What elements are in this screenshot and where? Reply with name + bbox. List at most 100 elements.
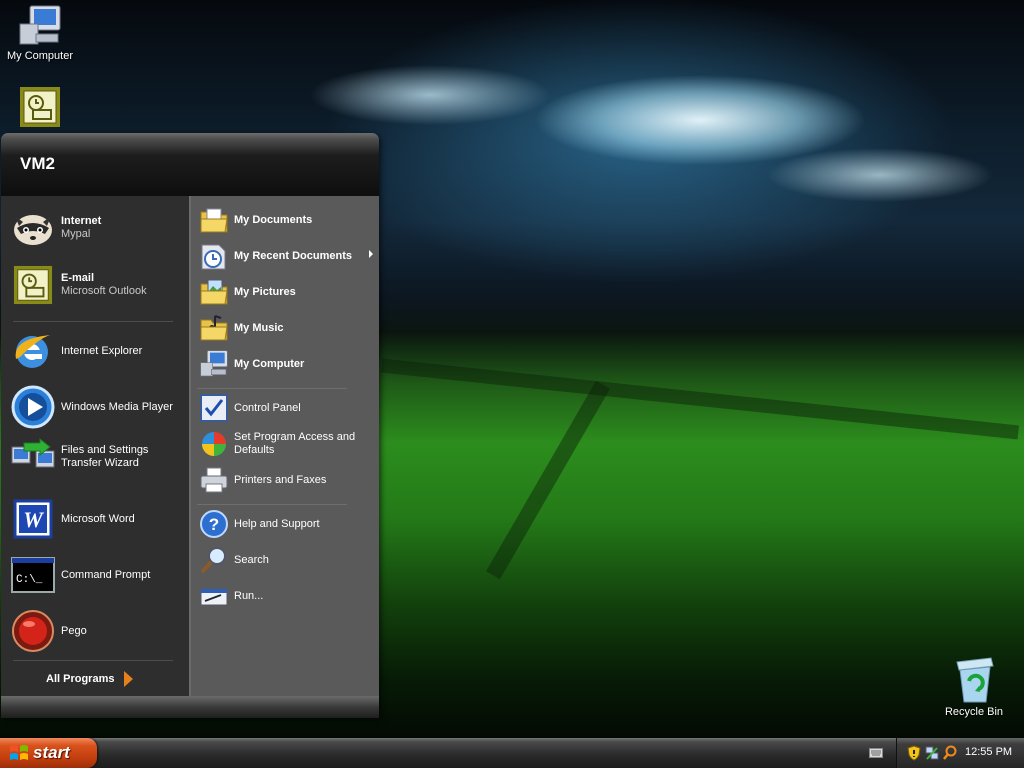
- internet-explorer-icon: [15, 335, 50, 368]
- recent-item-command-prompt[interactable]: C:\_ Command Prompt: [9, 552, 187, 598]
- icon-wrap: [197, 579, 231, 613]
- desktop-icon-label: My Computer: [6, 50, 74, 62]
- user-name: VM2: [20, 154, 55, 173]
- svg-text:W: W: [23, 507, 44, 532]
- icon-wrap: [197, 391, 231, 425]
- all-programs-label: All Programs: [46, 673, 115, 685]
- help-icon: ?: [200, 510, 228, 538]
- settings-label: Printers and Faxes: [234, 473, 327, 486]
- icon-wrap: [197, 311, 231, 345]
- desktop-icon-outlook[interactable]: [0, 86, 80, 130]
- icon-wrap: [197, 463, 231, 497]
- my-music-icon: [200, 315, 228, 341]
- place-label: My Recent Documents: [234, 249, 352, 262]
- icon-wrap: [197, 427, 231, 461]
- recent-line2: Transfer Wizard: [61, 457, 139, 469]
- recent-item-windows-media-player[interactable]: Windows Media Player: [9, 384, 187, 430]
- wallpaper-shadow: [486, 380, 610, 580]
- outlook-icon: [13, 265, 53, 305]
- icon-wrap: [9, 608, 57, 654]
- media-player-icon: [11, 385, 55, 429]
- settings-line2: Defaults: [234, 444, 275, 456]
- tool-search[interactable]: Search: [197, 543, 377, 577]
- place-label: My Documents: [234, 213, 313, 226]
- desktop-icon-recycle-bin[interactable]: Recycle Bin: [934, 656, 1014, 718]
- settings-printers-faxes[interactable]: Printers and Faxes: [197, 463, 377, 497]
- settings-control-panel[interactable]: Control Panel: [197, 391, 377, 425]
- search-tray-icon[interactable]: [943, 745, 957, 761]
- my-computer-icon: [200, 350, 228, 377]
- place-my-pictures[interactable]: My Pictures: [197, 275, 377, 309]
- recent-item-microsoft-word[interactable]: W Microsoft Word: [9, 496, 187, 542]
- recent-line1: Files and Settings: [61, 444, 149, 456]
- place-my-documents[interactable]: My Documents: [197, 203, 377, 237]
- clock[interactable]: 12:55 PM: [965, 746, 1012, 758]
- svg-text:C:\_: C:\_: [16, 574, 43, 586]
- recent-item-pego[interactable]: Pego: [9, 608, 187, 654]
- recycle-bin-icon: [956, 657, 994, 703]
- svg-text:?: ?: [209, 515, 219, 534]
- tool-label: Run...: [234, 589, 264, 602]
- wallpaper-shadow: [381, 358, 1019, 440]
- icon-wrap: [197, 203, 231, 237]
- place-label: My Computer: [234, 357, 305, 370]
- place-my-recent-documents[interactable]: My Recent Documents: [197, 239, 377, 273]
- recent-item-internet-explorer[interactable]: Internet Explorer: [9, 328, 187, 374]
- icon-wrap: [197, 543, 231, 577]
- separator: [13, 321, 173, 322]
- my-documents-icon: [200, 208, 228, 233]
- icon-wrap: [197, 239, 231, 273]
- start-menu-header: VM2: [1, 133, 379, 196]
- system-tray: 12:55 PM: [896, 738, 1024, 768]
- search-icon: [200, 547, 226, 574]
- settings-program-access[interactable]: Set Program Access and Defaults: [197, 427, 377, 461]
- program-access-icon: [202, 432, 226, 456]
- icon-wrap: ?: [197, 507, 231, 541]
- pinned-title: E-mail: [61, 272, 95, 284]
- icon-wrap: [197, 275, 231, 309]
- settings-label-block: Set Program Access and Defaults: [234, 431, 355, 457]
- printer-icon: [200, 467, 228, 493]
- tool-run[interactable]: Run...: [197, 579, 377, 613]
- place-label: My Pictures: [234, 285, 296, 298]
- place-my-computer[interactable]: My Computer: [197, 347, 377, 381]
- control-panel-icon: [200, 394, 228, 422]
- security-shield-icon[interactable]: [907, 745, 921, 761]
- pinned-item-internet[interactable]: Internet Mypal: [9, 205, 187, 251]
- my-computer-icon: [19, 5, 61, 45]
- pinned-item-email[interactable]: E-mail Microsoft Outlook: [9, 262, 187, 308]
- place-my-music[interactable]: My Music: [197, 311, 377, 345]
- run-icon: [200, 588, 228, 606]
- outlook-icon: [20, 87, 60, 127]
- recent-line1: Internet Explorer: [61, 344, 143, 357]
- mypal-raccoon-icon: [14, 215, 52, 245]
- network-icon[interactable]: [925, 745, 939, 761]
- tool-label: Search: [234, 553, 269, 566]
- separator: [13, 660, 173, 661]
- recent-documents-icon: [201, 244, 226, 270]
- tool-label: Help and Support: [234, 517, 320, 530]
- icon-wrap: [9, 328, 57, 374]
- recent-item-transfer-wizard[interactable]: Files and Settings Transfer Wizard: [9, 434, 187, 480]
- recent-line1: Command Prompt: [61, 568, 151, 581]
- icon-wrap: [9, 205, 57, 251]
- start-menu-footer: [1, 696, 379, 718]
- tool-help-and-support[interactable]: ? Help and Support: [197, 507, 377, 541]
- place-label: My Music: [234, 321, 284, 334]
- recent-line1: Microsoft Word: [61, 512, 135, 525]
- pinned-subtitle: Mypal: [61, 228, 91, 240]
- all-programs-button[interactable]: All Programs: [46, 669, 156, 689]
- icon-wrap: W: [9, 496, 57, 542]
- my-pictures-icon: [200, 279, 228, 305]
- arrow-right-icon: [124, 671, 134, 687]
- icon-wrap: [9, 434, 57, 480]
- desktop-icon-my-computer[interactable]: My Computer: [0, 4, 80, 62]
- word-icon: W: [13, 499, 53, 539]
- start-menu: VM2 Internet Mypal E-mail Microsoft Outl…: [1, 133, 379, 718]
- desktop-icon-label: Recycle Bin: [944, 706, 1004, 718]
- keyboard-icon[interactable]: [869, 747, 883, 759]
- start-button[interactable]: start: [0, 738, 97, 768]
- icon-wrap: C:\_: [9, 552, 57, 598]
- icon-wrap: [9, 384, 57, 430]
- icon-wrap: [9, 262, 57, 308]
